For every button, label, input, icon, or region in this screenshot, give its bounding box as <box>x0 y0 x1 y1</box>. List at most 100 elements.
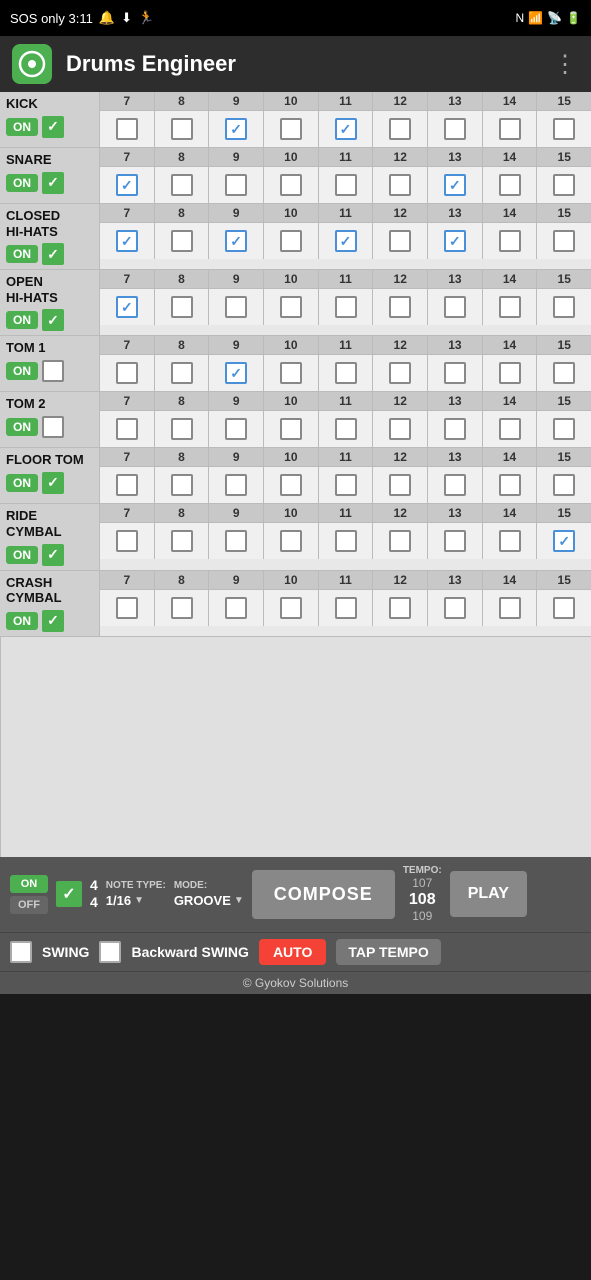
backward-swing-checkbox[interactable] <box>99 941 121 963</box>
on-btn-7[interactable]: ON <box>6 546 38 564</box>
row-check-5[interactable] <box>42 416 64 438</box>
cell-6-8[interactable] <box>537 467 591 503</box>
cell-3-8[interactable] <box>537 289 591 325</box>
swing-checkbox[interactable] <box>10 941 32 963</box>
cell-4-6[interactable] <box>428 355 483 391</box>
off-button[interactable]: OFF <box>10 896 48 914</box>
row-check-2[interactable] <box>42 243 64 265</box>
cell-2-4[interactable] <box>319 223 374 259</box>
cell-0-6[interactable] <box>428 111 483 147</box>
tap-tempo-button[interactable]: TAP TEMPO <box>336 939 440 965</box>
cell-8-4[interactable] <box>319 590 374 626</box>
play-button[interactable]: PLAY <box>450 871 527 917</box>
row-check-4[interactable] <box>42 360 64 382</box>
cell-3-4[interactable] <box>319 289 374 325</box>
cell-5-8[interactable] <box>537 411 591 447</box>
cell-3-0[interactable] <box>100 289 155 325</box>
cell-3-6[interactable] <box>428 289 483 325</box>
cell-8-2[interactable] <box>209 590 264 626</box>
note-arrow-icon[interactable]: ▼ <box>134 895 144 906</box>
cell-8-6[interactable] <box>428 590 483 626</box>
cell-8-1[interactable] <box>155 590 210 626</box>
cell-1-8[interactable] <box>537 167 591 203</box>
bottom-check-green[interactable] <box>56 881 82 907</box>
cell-0-2[interactable] <box>209 111 264 147</box>
cell-0-5[interactable] <box>373 111 428 147</box>
cell-5-1[interactable] <box>155 411 210 447</box>
cell-3-1[interactable] <box>155 289 210 325</box>
cell-1-1[interactable] <box>155 167 210 203</box>
cell-0-8[interactable] <box>537 111 591 147</box>
auto-button[interactable]: AUTO <box>259 939 326 965</box>
row-check-8[interactable] <box>42 610 64 632</box>
on-btn-2[interactable]: ON <box>6 245 38 263</box>
cell-0-7[interactable] <box>483 111 538 147</box>
cell-0-1[interactable] <box>155 111 210 147</box>
cell-1-5[interactable] <box>373 167 428 203</box>
on-btn-1[interactable]: ON <box>6 174 38 192</box>
cell-5-0[interactable] <box>100 411 155 447</box>
on-btn-4[interactable]: ON <box>6 362 38 380</box>
cell-6-2[interactable] <box>209 467 264 503</box>
cell-8-5[interactable] <box>373 590 428 626</box>
cell-0-0[interactable] <box>100 111 155 147</box>
cell-2-2[interactable] <box>209 223 264 259</box>
cell-0-4[interactable] <box>319 111 374 147</box>
row-check-7[interactable] <box>42 544 64 566</box>
cell-6-5[interactable] <box>373 467 428 503</box>
on-btn-6[interactable]: ON <box>6 474 38 492</box>
cell-7-2[interactable] <box>209 523 264 559</box>
cell-4-2[interactable] <box>209 355 264 391</box>
cell-6-0[interactable] <box>100 467 155 503</box>
on-btn-0[interactable]: ON <box>6 118 38 136</box>
cell-2-0[interactable] <box>100 223 155 259</box>
cell-3-2[interactable] <box>209 289 264 325</box>
cell-2-3[interactable] <box>264 223 319 259</box>
cell-2-7[interactable] <box>483 223 538 259</box>
mode-arrow-icon[interactable]: ▼ <box>234 895 244 906</box>
row-check-3[interactable] <box>42 309 64 331</box>
cell-6-3[interactable] <box>264 467 319 503</box>
cell-2-1[interactable] <box>155 223 210 259</box>
on-button[interactable]: ON <box>10 875 48 893</box>
cell-3-5[interactable] <box>373 289 428 325</box>
cell-5-5[interactable] <box>373 411 428 447</box>
cell-5-4[interactable] <box>319 411 374 447</box>
cell-4-4[interactable] <box>319 355 374 391</box>
cell-6-1[interactable] <box>155 467 210 503</box>
cell-7-0[interactable] <box>100 523 155 559</box>
cell-8-8[interactable] <box>537 590 591 626</box>
cell-2-6[interactable] <box>428 223 483 259</box>
cell-0-3[interactable] <box>264 111 319 147</box>
row-check-0[interactable] <box>42 116 64 138</box>
cell-1-3[interactable] <box>264 167 319 203</box>
cell-8-0[interactable] <box>100 590 155 626</box>
row-check-6[interactable] <box>42 472 64 494</box>
cell-7-6[interactable] <box>428 523 483 559</box>
cell-1-4[interactable] <box>319 167 374 203</box>
cell-7-3[interactable] <box>264 523 319 559</box>
cell-6-6[interactable] <box>428 467 483 503</box>
row-check-1[interactable] <box>42 172 64 194</box>
cell-7-8[interactable] <box>537 523 591 559</box>
cell-1-0[interactable] <box>100 167 155 203</box>
on-btn-3[interactable]: ON <box>6 311 38 329</box>
cell-4-0[interactable] <box>100 355 155 391</box>
cell-4-8[interactable] <box>537 355 591 391</box>
compose-button[interactable]: COMPOSE <box>252 870 395 919</box>
cell-1-2[interactable] <box>209 167 264 203</box>
cell-5-6[interactable] <box>428 411 483 447</box>
cell-4-1[interactable] <box>155 355 210 391</box>
cell-2-5[interactable] <box>373 223 428 259</box>
menu-icon[interactable]: ⋮ <box>553 50 579 79</box>
cell-8-7[interactable] <box>483 590 538 626</box>
cell-3-3[interactable] <box>264 289 319 325</box>
cell-1-7[interactable] <box>483 167 538 203</box>
cell-7-1[interactable] <box>155 523 210 559</box>
cell-2-8[interactable] <box>537 223 591 259</box>
cell-1-6[interactable] <box>428 167 483 203</box>
cell-8-3[interactable] <box>264 590 319 626</box>
on-btn-8[interactable]: ON <box>6 612 38 630</box>
cell-4-5[interactable] <box>373 355 428 391</box>
cell-4-7[interactable] <box>483 355 538 391</box>
